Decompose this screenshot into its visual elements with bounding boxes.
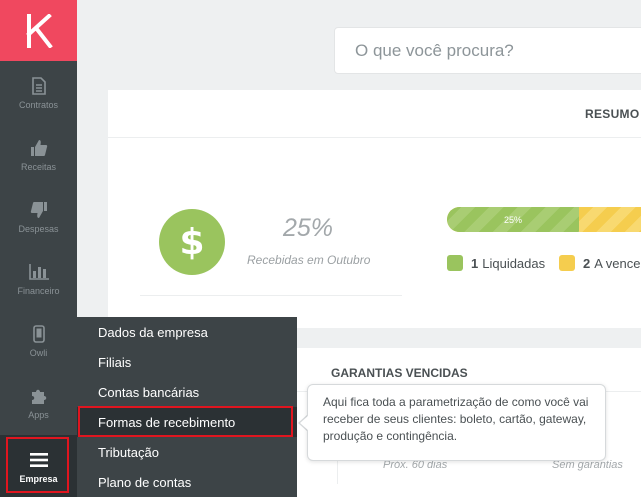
menu-item-filiais[interactable]: Filiais: [77, 347, 297, 377]
empresa-menu: Dados da empresa Filiais Contas bancária…: [77, 317, 297, 497]
legend-label: Liquidadas: [482, 255, 546, 271]
sidebar-item-label: Empresa: [19, 473, 58, 484]
legend-count: 2: [583, 255, 591, 271]
legend-item-a-vencer: 2 A vencer: [559, 255, 641, 271]
menu-item-tributacao[interactable]: Tributação: [77, 437, 297, 467]
menu-item-formas-de-recebimento[interactable]: Formas de recebimento: [77, 407, 297, 437]
legend-swatch: [559, 255, 575, 271]
bar-chart-icon: [28, 261, 50, 283]
sidebar-item-label: Apps: [28, 409, 49, 420]
app-logo[interactable]: [0, 0, 77, 61]
progress-bar: 25%: [447, 207, 641, 232]
sidebar-item-label: Owli: [29, 347, 48, 358]
search-placeholder: O que você procura?: [355, 41, 514, 60]
hamburger-icon: [28, 449, 50, 471]
dollar-icon: $: [159, 209, 225, 275]
sidebar-item-financeiro[interactable]: Financeiro: [0, 247, 77, 309]
sidebar-item-empresa[interactable]: Empresa: [0, 435, 77, 497]
sidebar-item-despesas[interactable]: Despesas: [0, 185, 77, 247]
divider: [140, 295, 402, 296]
document-icon: [28, 75, 50, 97]
sidebar-item-label: Despesas: [18, 223, 59, 234]
summary-panel-header: RESUMO: [108, 90, 641, 138]
tooltip-arrow-inner: [300, 415, 309, 431]
sidebar-item-apps[interactable]: Apps: [0, 371, 77, 433]
sidebar-item-label: Receitas: [20, 161, 56, 172]
received-caption: Recebidas em Outubro: [247, 253, 371, 267]
sidebar-item-owli[interactable]: Owli: [0, 309, 77, 371]
progress-a-vencer: [579, 207, 641, 232]
thumbs-up-icon: [28, 137, 50, 159]
guarantees-title: GARANTIAS VENCIDAS: [331, 366, 468, 380]
sidebar-item-label: Contratos: [18, 99, 59, 110]
search-input[interactable]: O que você procura?: [334, 27, 641, 74]
summary-title: RESUMO: [585, 107, 640, 121]
legend-swatch: [447, 255, 463, 271]
thumbs-down-icon: [28, 199, 50, 221]
sidebar-item-label: Financeiro: [17, 285, 60, 296]
puzzle-icon: [28, 385, 50, 407]
menu-item-dados-da-empresa[interactable]: Dados da empresa: [77, 317, 297, 347]
menu-item-plano-de-contas[interactable]: Plano de contas: [77, 467, 297, 497]
tooltip-text: Aqui fica toda a parametrização de como …: [323, 395, 589, 443]
progress-liquidadas: 25%: [447, 207, 579, 232]
sidebar-item-receitas[interactable]: Receitas: [0, 123, 77, 185]
menu-item-contas-bancarias[interactable]: Contas bancárias: [77, 377, 297, 407]
sidebar: Contratos Receitas Despesas Financeiro O…: [0, 0, 77, 497]
summary-panel: RESUMO $ 25% Recebidas em Outubro 25% 1 …: [108, 90, 641, 328]
legend-count: 1: [471, 255, 479, 271]
tooltip: Aqui fica toda a parametrização de como …: [307, 384, 606, 461]
legend-item-liquidadas: 1 Liquidadas: [447, 255, 545, 271]
received-percent: 25%: [283, 214, 334, 242]
progress-label: 25%: [503, 214, 522, 225]
k-logo-icon: [25, 13, 53, 48]
legend-label: A vencer: [594, 255, 641, 271]
sidebar-item-contratos[interactable]: Contratos: [0, 61, 77, 123]
phone-icon: [28, 323, 50, 345]
